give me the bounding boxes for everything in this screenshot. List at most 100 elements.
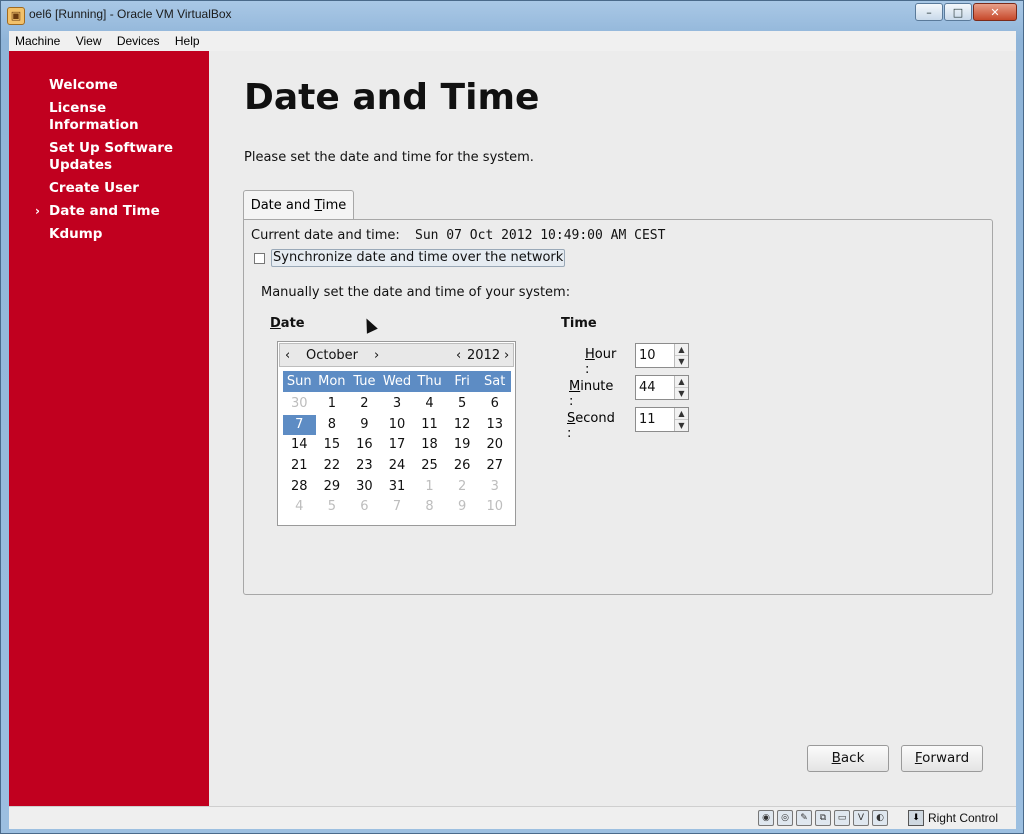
prev-year-button[interactable]: ‹ (456, 348, 461, 363)
calendar-day[interactable]: 20 (478, 435, 511, 456)
tab-date-and-time[interactable]: Date and Time (243, 190, 354, 219)
calendar-day[interactable]: 28 (283, 477, 316, 498)
sync-network-checkbox[interactable] (254, 253, 265, 264)
second-input[interactable]: 11 (639, 412, 673, 427)
back-button[interactable]: Back (807, 745, 889, 772)
hour-spin-buttons: ▲ ▼ (674, 344, 688, 367)
second-decrement-icon[interactable]: ▼ (675, 420, 688, 431)
current-datetime-value: Sun 07 Oct 2012 10:49:00 AM CEST (415, 228, 666, 243)
calendar-day[interactable]: 7 (381, 497, 414, 518)
calendar-day[interactable]: 17 (381, 435, 414, 456)
shared-folders-icon[interactable]: ▭ (834, 810, 850, 826)
mouse-integration-icon[interactable]: ◐ (872, 810, 888, 826)
sidebar-item-1: License Information (9, 100, 189, 134)
calendar-day[interactable]: 11 (413, 415, 446, 436)
calendar-day[interactable]: 5 (446, 394, 479, 415)
calendar-day[interactable]: 4 (413, 394, 446, 415)
calendar-day[interactable]: 9 (446, 497, 479, 518)
minute-spinner[interactable]: 44 ▲ ▼ (635, 375, 689, 400)
menu-machine[interactable]: Machine (9, 31, 66, 48)
calendar-day[interactable]: 1 (413, 477, 446, 498)
weekday-label: Tue (353, 374, 376, 389)
calendar-day[interactable]: 12 (446, 415, 479, 436)
next-month-button[interactable]: › (374, 348, 379, 363)
hour-label: Hour : (585, 347, 616, 377)
optical-drive-icon[interactable]: ◎ (777, 810, 793, 826)
hour-increment-icon[interactable]: ▲ (675, 344, 688, 356)
tab-label-post: ime (322, 198, 347, 213)
calendar-header: ‹ October › ‹ 2012 › (279, 343, 514, 367)
prev-month-button[interactable]: ‹ (285, 348, 290, 363)
calendar-day[interactable]: 24 (381, 456, 414, 477)
maximize-button[interactable]: □ (944, 3, 972, 21)
calendar-day[interactable]: 19 (446, 435, 479, 456)
weekday-label: Thu (417, 374, 442, 389)
calendar-day[interactable]: 21 (283, 456, 316, 477)
calendar-day[interactable]: 18 (413, 435, 446, 456)
calendar-day[interactable]: 26 (446, 456, 479, 477)
network-icon[interactable]: ⧉ (815, 810, 831, 826)
calendar-day[interactable]: 8 (316, 415, 349, 436)
calendar-day[interactable]: 13 (478, 415, 511, 436)
calendar-day[interactable]: 10 (381, 415, 414, 436)
weekday-label: Sun (286, 374, 312, 389)
vm-status-bar: ◉ ◎ ✎ ⧉ ▭ V ◐ ⬇ Right Control (9, 806, 1016, 829)
minute-increment-icon[interactable]: ▲ (675, 376, 688, 388)
calendar-day[interactable]: 3 (381, 394, 414, 415)
firstboot-sidebar: Welcome License Information Set Up Softwar… (9, 51, 209, 806)
minute-input[interactable]: 44 (639, 380, 673, 395)
hard-disk-icon[interactable]: ◉ (758, 810, 774, 826)
calendar-day[interactable]: 10 (478, 497, 511, 518)
usb-icon[interactable]: ✎ (796, 810, 812, 826)
forward-button[interactable]: Forward (901, 745, 983, 772)
step-list: Welcome License Information Set Up Softwar… (9, 77, 209, 249)
calendar-day[interactable]: 30 (283, 394, 316, 415)
minute-decrement-icon[interactable]: ▼ (675, 388, 688, 399)
calendar-day[interactable]: 31 (381, 477, 414, 498)
forward-label-rest: orward (922, 750, 970, 766)
calendar-day[interactable]: 6 (348, 497, 381, 518)
calendar-day[interactable]: 4 (283, 497, 316, 518)
calendar-widget: ‹ October › ‹ 2012 › Sun Mon Tue Wed Thu Fri S… (277, 341, 516, 526)
menu-view[interactable]: View (70, 31, 108, 48)
calendar-day[interactable]: 25 (413, 456, 446, 477)
calendar-day[interactable]: 9 (348, 415, 381, 436)
calendar-day-grid: 30 1 2 3 4 5 6 7 8 9 10 11 12 13 14 15 16 17 18 19 20 21 22 23 2… (283, 394, 511, 518)
calendar-day[interactable]: 14 (283, 435, 316, 456)
weekday-label: Fri (454, 374, 470, 389)
date-section-header: Date (270, 316, 305, 331)
calendar-day[interactable]: 16 (348, 435, 381, 456)
sidebar-item-5: Kdump (9, 226, 189, 243)
calendar-day[interactable]: 22 (316, 456, 349, 477)
calendar-day[interactable]: 6 (478, 394, 511, 415)
calendar-day[interactable]: 29 (316, 477, 349, 498)
window-title: oel6 [Running] - Oracle VM VirtualBox (29, 7, 232, 21)
menu-help[interactable]: Help (169, 31, 206, 48)
minimize-button[interactable]: – (915, 3, 943, 21)
calendar-day[interactable]: 8 (413, 497, 446, 518)
menu-devices[interactable]: Devices (111, 31, 166, 48)
hour-input[interactable]: 10 (639, 348, 673, 363)
hour-spinner[interactable]: 10 ▲ ▼ (635, 343, 689, 368)
next-year-button[interactable]: › (504, 348, 509, 363)
title-bar: ▣ oel6 [Running] - Oracle VM VirtualBox … (1, 1, 1023, 29)
calendar-day[interactable]: 3 (478, 477, 511, 498)
calendar-day[interactable]: 15 (316, 435, 349, 456)
calendar-day[interactable]: 2 (446, 477, 479, 498)
calendar-day[interactable]: 23 (348, 456, 381, 477)
calendar-day-selected[interactable]: 7 (283, 414, 316, 436)
calendar-weekday-header: Sun Mon Tue Wed Thu Fri Sat (283, 371, 511, 392)
close-button[interactable]: ✕ (973, 3, 1017, 21)
second-increment-icon[interactable]: ▲ (675, 408, 688, 420)
hour-decrement-icon[interactable]: ▼ (675, 356, 688, 367)
calendar-day[interactable]: 1 (316, 394, 349, 415)
sidebar-item-3: Create User (9, 180, 189, 197)
sidebar-item-label: Welcome (49, 77, 118, 93)
sync-network-label[interactable]: Synchronize date and time over the netwo… (271, 249, 566, 267)
calendar-day[interactable]: 2 (348, 394, 381, 415)
second-spinner[interactable]: 11 ▲ ▼ (635, 407, 689, 432)
virtualization-icon[interactable]: V (853, 810, 869, 826)
calendar-day[interactable]: 27 (478, 456, 511, 477)
calendar-day[interactable]: 5 (316, 497, 349, 518)
calendar-day[interactable]: 30 (348, 477, 381, 498)
